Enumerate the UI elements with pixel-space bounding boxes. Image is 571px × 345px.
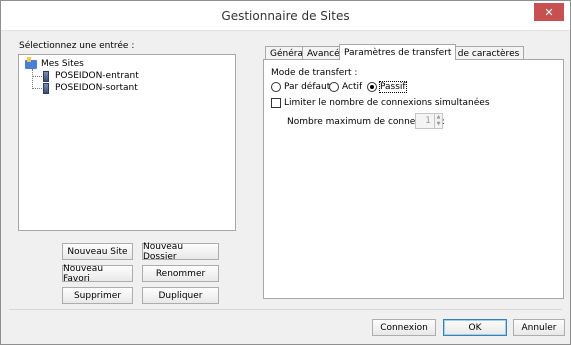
site-manager-window: Gestionnaire de Sites ✕ Sélectionnez une… bbox=[0, 0, 571, 345]
max-connections-stepper[interactable]: 1 ▲ ▼ bbox=[415, 113, 443, 129]
footer-separator bbox=[9, 309, 562, 310]
limit-connections-checkbox-row[interactable]: Limiter le nombre de connexions simultan… bbox=[271, 98, 490, 108]
radio-active-label: Actif bbox=[342, 82, 363, 92]
tree-root-label: Mes Sites bbox=[41, 59, 84, 69]
tab-transfer-settings[interactable]: Paramètres de transfert bbox=[339, 44, 457, 60]
transfer-mode-label: Mode de transfert : bbox=[271, 68, 358, 78]
tab-content-panel bbox=[263, 59, 564, 299]
title-bar: Gestionnaire de Sites ✕ bbox=[1, 1, 570, 31]
close-button[interactable]: ✕ bbox=[534, 3, 564, 21]
server-icon bbox=[43, 82, 49, 94]
limit-connections-checkbox[interactable] bbox=[271, 98, 281, 108]
delete-button[interactable]: Supprimer bbox=[62, 287, 133, 304]
tree-item-poseidon-sortant[interactable]: POSEIDON-sortant bbox=[43, 82, 138, 94]
tree-item-label: POSEIDON-sortant bbox=[55, 83, 138, 93]
radio-passive-label: Passif bbox=[379, 81, 407, 93]
tree-item-label: POSEIDON-entrant bbox=[55, 71, 139, 81]
site-tree[interactable]: Mes Sites POSEIDON-entrant POSEIDON-sort… bbox=[18, 54, 236, 231]
radio-active[interactable]: Actif bbox=[329, 82, 362, 92]
server-icon bbox=[43, 70, 49, 82]
folder-icon bbox=[25, 56, 37, 69]
new-folder-button[interactable]: Nouveau Dossier bbox=[142, 242, 219, 262]
radio-default-circle[interactable] bbox=[271, 82, 281, 92]
tree-connector bbox=[32, 88, 42, 89]
duplicate-button[interactable]: Dupliquer bbox=[142, 287, 219, 304]
chevron-up-icon[interactable]: ▲ bbox=[435, 114, 442, 121]
tree-item-root[interactable]: Mes Sites bbox=[25, 56, 84, 70]
ok-button[interactable]: OK bbox=[443, 319, 507, 336]
radio-passive[interactable]: Passif bbox=[367, 81, 407, 93]
chevron-down-icon[interactable]: ▼ bbox=[435, 121, 442, 128]
select-entry-label: Sélectionnez une entrée : bbox=[19, 41, 135, 51]
tree-connector bbox=[32, 76, 42, 77]
cancel-button[interactable]: Annuler bbox=[513, 319, 565, 336]
new-site-button[interactable]: Nouveau Site bbox=[62, 243, 133, 260]
new-favorite-button[interactable]: Nouveau Favori bbox=[62, 264, 133, 284]
radio-active-circle[interactable] bbox=[329, 82, 339, 92]
window-title: Gestionnaire de Sites bbox=[221, 9, 350, 23]
radio-default[interactable]: Par défaut bbox=[271, 82, 330, 92]
max-connections-value: 1 bbox=[425, 116, 431, 126]
close-icon: ✕ bbox=[544, 5, 554, 19]
tree-item-poseidon-entrant[interactable]: POSEIDON-entrant bbox=[43, 70, 139, 82]
limit-connections-label: Limiter le nombre de connexions simultan… bbox=[284, 98, 490, 108]
radio-default-label: Par défaut bbox=[284, 82, 331, 92]
connect-button[interactable]: Connexion bbox=[372, 319, 436, 336]
stepper-arrows[interactable]: ▲ ▼ bbox=[434, 114, 442, 128]
tree-connector bbox=[32, 69, 33, 89]
rename-button[interactable]: Renommer bbox=[142, 265, 219, 282]
radio-passive-circle[interactable] bbox=[367, 82, 377, 92]
